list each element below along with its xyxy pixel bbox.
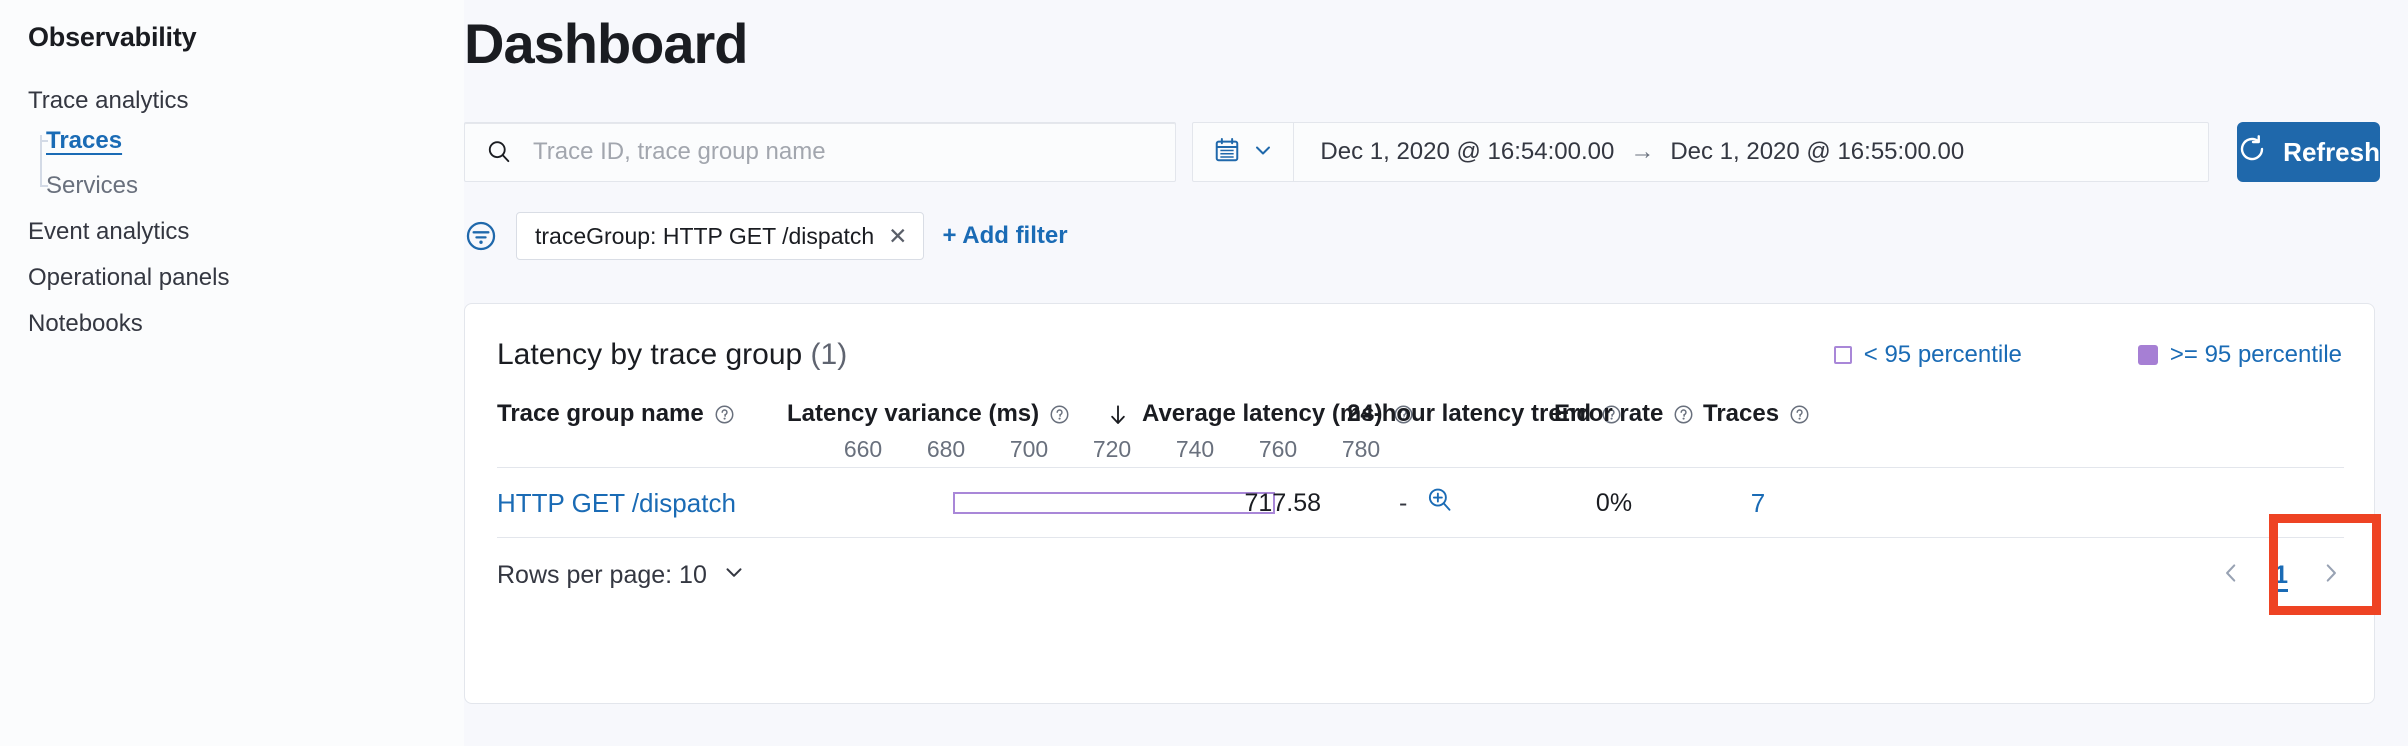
cell-value: 7 xyxy=(1751,488,1765,519)
sidebar: Observability Trace analytics Traces Ser… xyxy=(0,0,464,746)
column-header-traces[interactable]: Traces xyxy=(1703,400,1810,428)
legend-label: < 95 percentile xyxy=(1864,341,2022,369)
date-quick-select-button[interactable] xyxy=(1193,123,1294,181)
column-header-latency-variance[interactable]: Latency variance (ms) xyxy=(787,400,1070,428)
sidebar-item-traces[interactable]: Traces xyxy=(46,129,464,153)
axis-tick: 660 xyxy=(844,436,882,463)
arrow-down-icon[interactable] xyxy=(1105,402,1131,435)
table-row: HTTP GET /dispatch 717.58 - xyxy=(497,468,2344,538)
panel-title: Latency by trace group (1) xyxy=(497,338,847,372)
column-label: Error rate xyxy=(1554,400,1663,428)
sidebar-title: Observability xyxy=(0,22,464,53)
chevron-right-icon[interactable] xyxy=(2318,560,2344,591)
traces-count-cell[interactable]: 7 xyxy=(1703,468,1813,538)
sidebar-item-operational-panels[interactable]: Operational panels xyxy=(0,266,464,290)
cell-value: - xyxy=(1399,489,1407,518)
sidebar-subnav-trace-analytics: Traces Services xyxy=(0,129,464,198)
axis-tick: 760 xyxy=(1259,436,1297,463)
axis-tick: 780 xyxy=(1342,436,1380,463)
legend-item-below-95[interactable]: < 95 percentile xyxy=(1834,341,2022,369)
date-arrow-icon: → xyxy=(1630,138,1654,166)
search-toolbar: Trace ID, trace group name xyxy=(464,122,2380,182)
rows-per-page-select[interactable]: Rows per page: 10 xyxy=(497,559,747,592)
search-input[interactable]: Trace ID, trace group name xyxy=(464,122,1176,182)
table-header-row: Trace group name Latency variance (ms) xyxy=(497,400,2344,468)
date-range-picker[interactable]: Dec 1, 2020 @ 16:54:00.00 → Dec 1, 2020 … xyxy=(1192,122,2209,182)
axis-tick: 700 xyxy=(1010,436,1048,463)
refresh-label: Refresh xyxy=(2283,137,2380,168)
cell-value: 717.58 xyxy=(1245,489,1321,518)
error-rate-value: 0% xyxy=(1554,468,1674,538)
help-icon[interactable] xyxy=(1673,404,1694,425)
magnifier-plus-icon[interactable] xyxy=(1425,485,1455,522)
column-label: Trace group name xyxy=(497,400,704,428)
column-label: Latency variance (ms) xyxy=(787,400,1039,428)
calendar-icon xyxy=(1213,136,1241,169)
sidebar-item-label: Event analytics xyxy=(28,218,189,245)
sidebar-item-label: Operational panels xyxy=(28,264,229,291)
variance-axis-ticks: 660 680 700 720 740 760 780 xyxy=(497,436,2344,468)
app-root: Observability Trace analytics Traces Ser… xyxy=(0,0,2408,746)
help-icon[interactable] xyxy=(1789,404,1810,425)
filter-pill-label: traceGroup: HTTP GET /dispatch xyxy=(535,223,874,250)
cell-value: HTTP GET /dispatch xyxy=(497,488,736,519)
sidebar-item-event-analytics[interactable]: Event analytics xyxy=(0,220,464,244)
close-icon[interactable]: ✕ xyxy=(888,223,907,250)
latency-panel: Latency by trace group (1) < 95 percenti… xyxy=(464,303,2375,704)
pagination-page-1[interactable]: 1 xyxy=(2274,561,2288,590)
help-icon[interactable] xyxy=(1049,404,1070,425)
sidebar-item-label: Traces xyxy=(46,127,122,154)
page-title: Dashboard xyxy=(464,16,748,72)
sidebar-item-label: Notebooks xyxy=(28,310,143,337)
panel-title-count: (1) xyxy=(811,338,848,371)
filter-icon[interactable] xyxy=(464,219,498,253)
latency-table: Trace group name Latency variance (ms) xyxy=(497,400,2344,612)
axis-tick: 720 xyxy=(1093,436,1131,463)
date-start-field[interactable]: Dec 1, 2020 @ 16:54:00.00 xyxy=(1320,138,1614,166)
date-range-values: Dec 1, 2020 @ 16:54:00.00 → Dec 1, 2020 … xyxy=(1294,138,1964,166)
cell-value: 0% xyxy=(1596,489,1632,518)
latency-trend-cell: - xyxy=(1399,468,1455,538)
table-footer: Rows per page: 10 1 xyxy=(497,538,2344,612)
column-header-error-rate[interactable]: Error rate xyxy=(1554,400,1694,428)
search-placeholder: Trace ID, trace group name xyxy=(533,138,826,166)
chart-legend: < 95 percentile >= 95 percentile xyxy=(1834,341,2342,369)
date-end-field[interactable]: Dec 1, 2020 @ 16:55:00.00 xyxy=(1670,138,1964,166)
legend-item-above-95[interactable]: >= 95 percentile xyxy=(2138,341,2342,369)
legend-swatch-open-icon xyxy=(1834,346,1852,364)
filter-pill-tracegroup[interactable]: traceGroup: HTTP GET /dispatch ✕ xyxy=(516,212,924,260)
pagination: 1 xyxy=(2218,560,2344,591)
chevron-down-icon xyxy=(721,559,747,592)
sidebar-item-trace-analytics[interactable]: Trace analytics xyxy=(0,89,464,113)
panel-header: Latency by trace group (1) < 95 percenti… xyxy=(497,328,2342,382)
help-icon[interactable] xyxy=(714,404,735,425)
add-filter-button[interactable]: + Add filter xyxy=(942,222,1067,250)
chevron-down-icon xyxy=(1251,138,1275,167)
axis-tick: 680 xyxy=(927,436,965,463)
sidebar-item-label: Services xyxy=(46,172,138,199)
rows-per-page-label: Rows per page: 10 xyxy=(497,561,707,590)
refresh-icon xyxy=(2237,134,2267,171)
main-content: Dashboard Trace ID, trace group name xyxy=(464,0,2408,746)
legend-swatch-filled-icon xyxy=(2138,345,2158,365)
chevron-left-icon[interactable] xyxy=(2218,560,2244,591)
search-icon xyxy=(485,138,513,166)
column-header-trace-group-name[interactable]: Trace group name xyxy=(497,400,735,428)
average-latency-value: 717.58 xyxy=(1191,468,1321,538)
trace-group-name-link[interactable]: HTTP GET /dispatch xyxy=(497,468,736,538)
column-label: Traces xyxy=(1703,400,1779,428)
sidebar-item-label: Trace analytics xyxy=(28,87,189,114)
refresh-button[interactable]: Refresh xyxy=(2237,122,2380,182)
sidebar-item-notebooks[interactable]: Notebooks xyxy=(0,312,464,336)
sidebar-item-services[interactable]: Services xyxy=(46,174,464,198)
sidebar-nav: Trace analytics Traces Services Event an… xyxy=(0,89,464,336)
axis-tick: 740 xyxy=(1176,436,1214,463)
filter-bar: traceGroup: HTTP GET /dispatch ✕ + Add f… xyxy=(464,212,1068,260)
panel-title-text: Latency by trace group xyxy=(497,338,802,371)
legend-label: >= 95 percentile xyxy=(2170,341,2342,369)
